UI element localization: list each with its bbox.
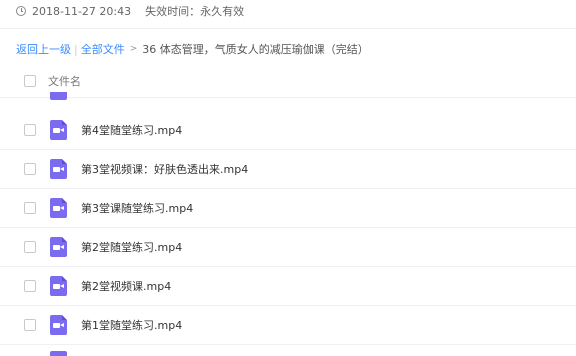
- all-files-link[interactable]: 全部文件: [81, 41, 125, 57]
- column-header-filename: 文件名: [48, 75, 81, 88]
- file-checkbox[interactable]: [24, 319, 36, 331]
- file-name[interactable]: 第2堂随堂练习.mp4: [81, 239, 182, 255]
- clock-icon: [16, 6, 26, 16]
- video-file-icon: [50, 198, 67, 218]
- video-file-icon: [50, 237, 67, 257]
- video-file-icon: [50, 276, 67, 296]
- file-checkbox[interactable]: [24, 280, 36, 292]
- video-file-icon: [50, 315, 67, 335]
- back-link[interactable]: 返回上一级: [16, 41, 71, 57]
- file-name[interactable]: 第3堂视频课：好肤色透出来.mp4: [81, 161, 248, 177]
- file-row[interactable]: 第1堂随堂练习.mp4: [0, 306, 576, 345]
- divider: [0, 28, 576, 29]
- file-checkbox[interactable]: [24, 202, 36, 214]
- expiry-text: 失效时间：永久有效: [145, 5, 245, 18]
- file-name[interactable]: 第3堂课随堂练习.mp4: [81, 200, 193, 216]
- divider: [0, 97, 576, 98]
- file-checkbox[interactable]: [24, 163, 36, 175]
- file-row[interactable]: 第2堂随堂练习.mp4: [0, 228, 576, 267]
- file-row[interactable]: 第3堂视频课：好肤色透出来.mp4: [0, 150, 576, 189]
- share-timestamp: 2018-11-27 20:43: [32, 4, 132, 18]
- file-checkbox[interactable]: [24, 124, 36, 136]
- breadcrumb: 返回上一级 | 全部文件 > 36 体态管理，气质女人的减压瑜伽课（完结）: [16, 41, 369, 57]
- file-name[interactable]: 第4堂随堂练习.mp4: [81, 122, 182, 138]
- video-file-icon: [50, 351, 67, 356]
- file-name[interactable]: 第1堂随堂练习.mp4: [81, 317, 182, 333]
- select-all-checkbox[interactable]: [24, 75, 36, 87]
- video-file-icon: [50, 159, 67, 179]
- share-meta: 2018-11-27 20:43 失效时间：永久有效: [16, 3, 244, 19]
- file-row[interactable]: 第2堂视频课.mp4: [0, 267, 576, 306]
- current-folder: 36 体态管理，气质女人的减压瑜伽课（完结）: [142, 43, 369, 56]
- file-name[interactable]: 第2堂视频课.mp4: [81, 278, 171, 294]
- file-row[interactable]: 第4堂随堂练习.mp4: [0, 111, 576, 150]
- breadcrumb-arrow-icon: >: [129, 44, 138, 54]
- breadcrumb-separator: |: [74, 42, 78, 56]
- file-list-header: 文件名: [0, 68, 576, 94]
- file-checkbox[interactable]: [24, 241, 36, 253]
- video-file-icon: [50, 120, 67, 140]
- file-row[interactable]: 第3堂课随堂练习.mp4: [0, 189, 576, 228]
- video-file-icon: [50, 92, 67, 100]
